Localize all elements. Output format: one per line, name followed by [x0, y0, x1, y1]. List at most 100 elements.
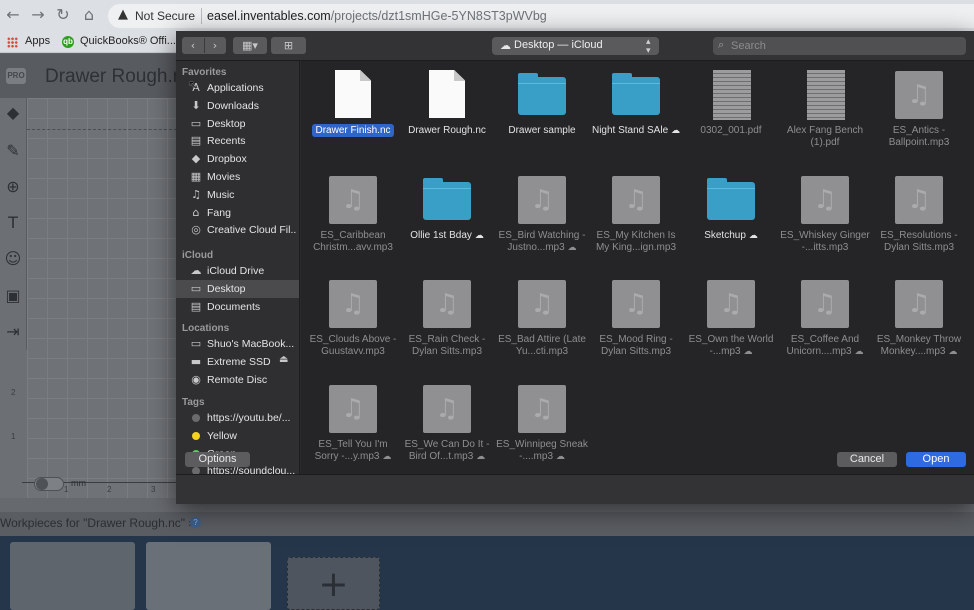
back-arrow-icon[interactable]: ← — [3, 5, 23, 25]
file-name: ES_Monkey Throw Monkey....mp3 ☁ — [872, 334, 966, 358]
file-item[interactable]: ♫ ES_Monkey Throw Monkey....mp3 ☁ — [872, 274, 966, 378]
file-item[interactable]: Alex Fang Bench (1).pdf — [778, 65, 872, 169]
sidebar-item-label: Fang — [207, 206, 231, 219]
file-item[interactable]: Drawer Finish.nc — [306, 65, 400, 169]
forward-arrow-icon[interactable]: → — [28, 5, 48, 25]
eject-icon[interactable]: ⏏ — [279, 354, 288, 365]
document-icon — [335, 70, 371, 118]
sidebar-item-music[interactable]: ♫ Music — [176, 186, 299, 204]
tag-dot-icon — [192, 431, 200, 440]
reload-icon[interactable]: ↻ — [53, 5, 73, 25]
file-item[interactable]: ♫ ES_Rain Check - Dylan Sitts.mp3 — [400, 274, 494, 378]
file-name: ES_Resolutions - Dylan Sitts.mp3 — [872, 230, 966, 254]
home-icon[interactable]: ⌂ — [79, 5, 99, 25]
sidebar-item-https-youtu-be[interactable]: https://youtu.be/... — [176, 409, 299, 427]
apps-grid-icon[interactable] — [7, 37, 18, 48]
file-item[interactable]: ♫ ES_We Can Do It - Bird Of...t.mp3 ☁ — [400, 379, 494, 474]
audio-file-icon: ♫ — [423, 280, 471, 328]
unit-toggle-knob[interactable] — [36, 478, 48, 490]
sidebar-item-label: Downloads — [207, 99, 259, 112]
file-item[interactable]: Drawer sample — [495, 65, 589, 169]
file-name: ES_Bad Attire (Late Yu...cti.mp3 — [495, 334, 589, 358]
file-item[interactable]: Sketchup ☁ — [684, 170, 778, 274]
options-button[interactable]: Options — [185, 452, 250, 467]
file-item[interactable]: ♫ ES_Own the World -...mp3 ☁ — [684, 274, 778, 378]
design-canvas[interactable] — [27, 98, 177, 498]
sidebar-item-recents[interactable]: ▤ Recents — [176, 132, 299, 150]
security-label[interactable]: Not Secure — [135, 9, 195, 23]
file-item[interactable]: ♫ ES_Winnipeg Sneak -....mp3 ☁ — [495, 379, 589, 474]
icloud-download-icon: ☁ — [740, 347, 753, 357]
file-item[interactable]: ♫ ES_Antics - Ballpoint.mp3 — [872, 65, 966, 169]
emoji-icon[interactable]: ☺ — [2, 248, 24, 270]
file-item[interactable]: ♫ ES_Bird Watching - Justno...mp3 ☁ — [495, 170, 589, 274]
sidebar-item-fang[interactable]: ⌂ Fang — [176, 204, 299, 222]
file-item[interactable]: ♫ ES_My Kitchen Is My King...ign.mp3 — [589, 170, 683, 274]
help-icon[interactable]: ? — [190, 517, 201, 528]
cloud-icon: ☁ — [500, 39, 511, 52]
pen-icon[interactable]: ✎ — [2, 140, 24, 162]
url-path: /projects/dzt1smHGe-5YN8ST3pWVbg — [330, 9, 547, 23]
file-item[interactable]: ♫ ES_Bad Attire (Late Yu...cti.mp3 — [495, 274, 589, 378]
file-item[interactable]: ♫ ES_Whiskey Ginger -...itts.mp3 — [778, 170, 872, 274]
workpieces-label[interactable]: Workpieces for "Drawer Rough.nc" » — [0, 516, 195, 530]
file-item[interactable]: Drawer Rough.nc — [400, 65, 494, 169]
forward-icon[interactable]: › — [204, 37, 226, 54]
address-bar[interactable]: ▲ Not Secure easel.inventables.com/proje… — [108, 4, 974, 28]
quickbooks-icon[interactable]: qb — [62, 36, 74, 48]
sidebar-item-desktop[interactable]: ▭ Desktop — [176, 279, 299, 298]
file-item[interactable]: ♫ ES_Caribbean Christm...avv.mp3 — [306, 170, 400, 274]
sidebar-item-label: https://youtu.be/... — [207, 412, 291, 424]
shapes-icon[interactable]: ◆ — [2, 102, 24, 124]
tool-strip: ◆ ✎ ⊕ T ☺ ▣ ⇥ — [0, 98, 27, 350]
sidebar-icon: ▭ — [190, 337, 202, 350]
sidebar-item-shuo-s-macbook[interactable]: ▭ Shuo's MacBook... — [176, 335, 299, 353]
file-item[interactable]: ♫ ES_Resolutions - Dylan Sitts.mp3 — [872, 170, 966, 274]
target-icon[interactable]: ⊕ — [2, 176, 24, 198]
unit-label: mm — [71, 478, 86, 488]
canvas-ruler — [0, 350, 27, 498]
file-item[interactable]: ♫ ES_Tell You I'm Sorry -...y.mp3 ☁ — [306, 379, 400, 474]
file-item[interactable]: Night Stand SAle ☁ — [589, 65, 683, 169]
cancel-button[interactable]: Cancel — [837, 452, 897, 467]
back-icon[interactable]: ‹ — [182, 37, 204, 54]
audio-file-icon: ♫ — [518, 385, 566, 433]
import-icon[interactable]: ⇥ — [2, 321, 24, 343]
file-item[interactable]: Ollie 1st Bday ☁ — [400, 170, 494, 274]
sidebar-item-icloud-drive[interactable]: ☁ iCloud Drive — [176, 262, 299, 280]
file-name: Ollie 1st Bday ☁ — [400, 230, 494, 242]
text-icon[interactable]: T — [2, 212, 24, 234]
warning-icon[interactable]: ▲ — [118, 7, 128, 22]
add-workpiece-button[interactable]: + — [287, 557, 380, 610]
sidebar-icon: ⌂ — [192, 205, 200, 219]
file-name-text: ES_Antics - Ballpoint.mp3 — [888, 125, 950, 148]
file-name-text: ES_Resolutions - Dylan Sitts.mp3 — [880, 230, 958, 253]
sidebar-item-movies[interactable]: ▦ Movies — [176, 168, 299, 186]
workpiece-card[interactable] — [10, 542, 135, 610]
sidebar-item-remote-disc[interactable]: ◉ Remote Disc — [176, 371, 299, 389]
workpiece-card[interactable] — [146, 542, 271, 610]
file-name: ES_Bird Watching - Justno...mp3 ☁ — [495, 230, 589, 254]
sidebar-item-yellow[interactable]: Yellow — [176, 427, 299, 445]
file-item[interactable]: 0302_001.pdf — [684, 65, 778, 169]
project-title[interactable]: Drawer Rough.nc — [45, 66, 176, 88]
file-item[interactable]: ♫ ES_Clouds Above - Guustavv.mp3 — [306, 274, 400, 378]
file-name-text: ES_Mood Ring - Dylan Sitts.mp3 — [599, 334, 673, 357]
icloud-download-icon: ☁ — [668, 126, 681, 136]
sidebar-item-desktop[interactable]: ▭ Desktop — [176, 115, 299, 133]
sidebar-item-dropbox[interactable]: ◆ Dropbox — [176, 150, 299, 168]
open-button[interactable]: Open — [906, 452, 966, 467]
search-input[interactable] — [731, 38, 961, 54]
file-item[interactable]: ♫ ES_Mood Ring - Dylan Sitts.mp3 — [589, 274, 683, 378]
bookmark-quickbooks[interactable]: QuickBooks® Offi... — [80, 35, 176, 47]
apps-cube-icon[interactable]: ▣ — [2, 285, 24, 307]
view-mode-icon[interactable]: ▦▾ — [233, 37, 267, 54]
new-folder-icon[interactable]: ⊞ — [271, 37, 306, 54]
sidebar-item-downloads[interactable]: ⬇ Downloads — [176, 97, 299, 115]
sidebar-item-documents[interactable]: ▤ Documents — [176, 298, 299, 316]
sidebar-item-creative-cloud-fil[interactable]: ◎ Creative Cloud Fil... — [176, 221, 299, 239]
url-text[interactable]: easel.inventables.com/projects/dzt1smHGe… — [207, 9, 547, 23]
sidebar-item-extreme-ssd[interactable]: ▬ Extreme SSD ⏏ — [176, 353, 299, 371]
bookmark-apps[interactable]: Apps — [25, 35, 50, 47]
file-item[interactable]: ♫ ES_Coffee And Unicorn....mp3 ☁ — [778, 274, 872, 378]
